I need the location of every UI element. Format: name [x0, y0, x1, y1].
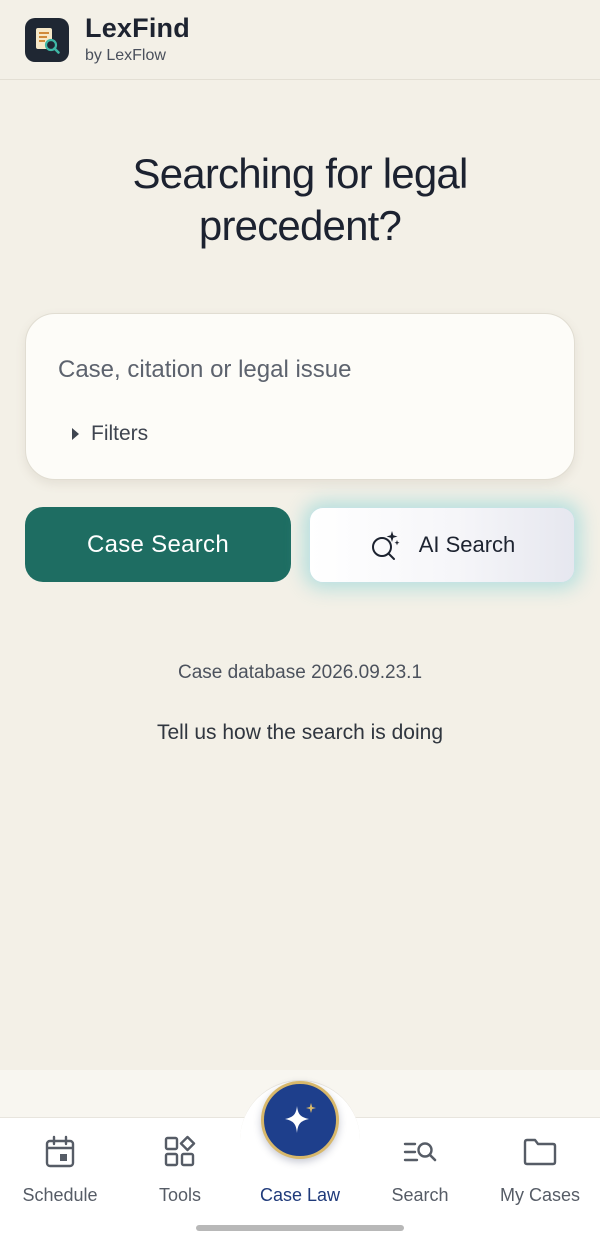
- home-indicator[interactable]: [196, 1225, 404, 1231]
- app-header: LexFind by LexFlow: [0, 0, 600, 80]
- nav-label-schedule: Schedule: [22, 1185, 98, 1205]
- ai-search-label: AI Search: [418, 532, 516, 557]
- calendar-icon: [45, 1135, 75, 1168]
- app-logo[interactable]: [25, 17, 69, 62]
- nav-item-tools[interactable]: Tools: [120, 1133, 240, 1213]
- caret-right-icon: [72, 428, 79, 440]
- app-subtitle: by LexFlow: [85, 47, 166, 64]
- document-search-icon: [36, 27, 60, 54]
- list-search-icon: [403, 1142, 437, 1162]
- database-version: Case database 2026.09.23.1: [177, 662, 423, 683]
- case-search-label: Case Search: [86, 530, 230, 558]
- nav-label-tools: Tools: [158, 1185, 202, 1205]
- filters-toggle[interactable]: Filters: [72, 422, 148, 446]
- nav-label-case-law: Case Law: [259, 1185, 341, 1205]
- search-card: Filters: [25, 313, 575, 480]
- nav-label-my-cases: My Cases: [499, 1185, 580, 1205]
- search-input[interactable]: [58, 352, 538, 388]
- page-title-line-2: precedent?: [198, 202, 402, 249]
- ai-search-button[interactable]: AI Search: [309, 507, 575, 583]
- nav-item-search[interactable]: Search: [360, 1133, 480, 1213]
- case-search-button[interactable]: Case Search: [25, 507, 291, 582]
- app-name: LexFind: [85, 13, 190, 43]
- folder-icon: [523, 1138, 557, 1166]
- feedback-link[interactable]: Tell us how the search is doing: [0, 721, 600, 745]
- tools-grid-icon: [164, 1135, 196, 1167]
- nav-label-search: Search: [391, 1185, 449, 1205]
- page-title: Searching for legal precedent?: [0, 148, 600, 252]
- page-title-line-1: Searching for legal: [132, 150, 468, 197]
- filters-label: Filters: [91, 422, 149, 445]
- sparkle-search-icon: [371, 531, 400, 560]
- nav-item-case-law[interactable]: Case Law: [240, 1133, 360, 1213]
- nav-item-schedule[interactable]: Schedule: [0, 1133, 120, 1213]
- nav-item-my-cases[interactable]: My Cases: [480, 1133, 600, 1213]
- brand: LexFind by LexFlow: [85, 15, 190, 64]
